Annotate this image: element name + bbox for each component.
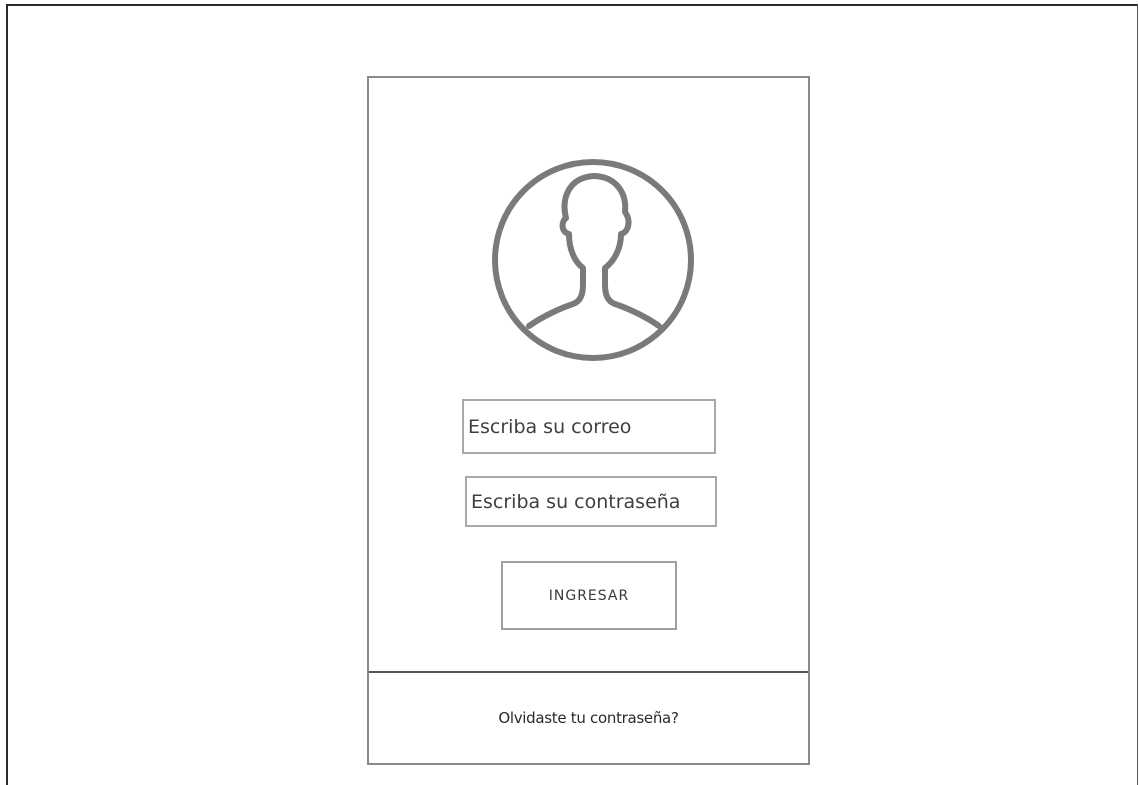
forgot-password-link[interactable]: Olvidaste tu contraseña?	[498, 709, 679, 727]
login-button[interactable]: INGRESAR	[501, 561, 677, 630]
user-avatar-icon	[492, 159, 694, 361]
login-card: INGRESAR Olvidaste tu contraseña?	[367, 76, 810, 765]
email-field[interactable]	[462, 399, 716, 454]
password-field[interactable]	[465, 476, 717, 527]
card-footer: Olvidaste tu contraseña?	[369, 671, 808, 763]
